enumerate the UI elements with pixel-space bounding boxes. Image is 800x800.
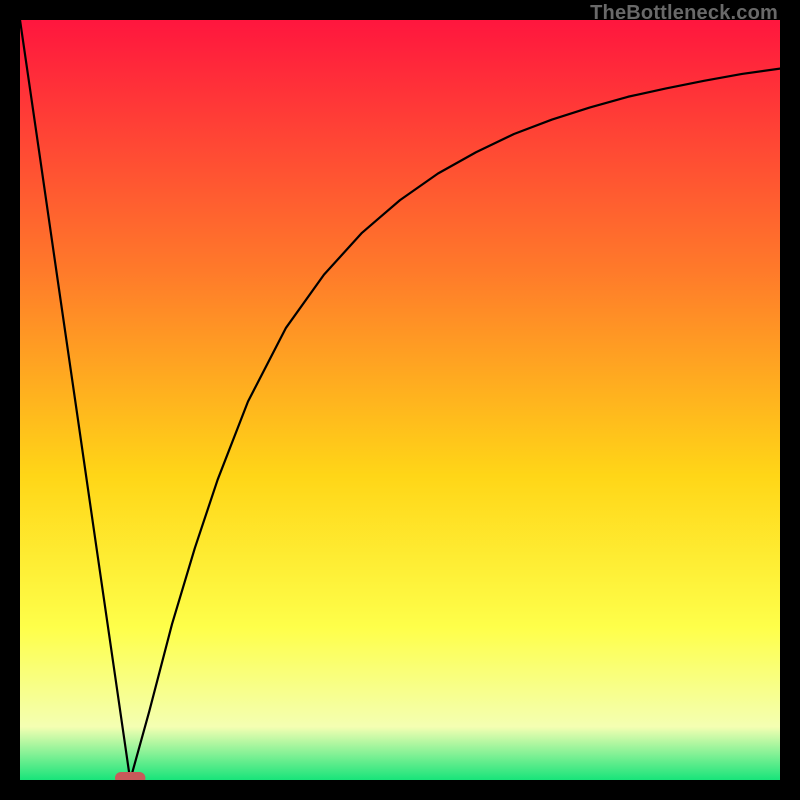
chart-frame	[20, 20, 780, 780]
watermark-text: TheBottleneck.com	[590, 2, 778, 25]
bottleneck-plot	[20, 20, 780, 780]
balance-marker	[115, 772, 145, 780]
gradient-background	[20, 20, 780, 780]
